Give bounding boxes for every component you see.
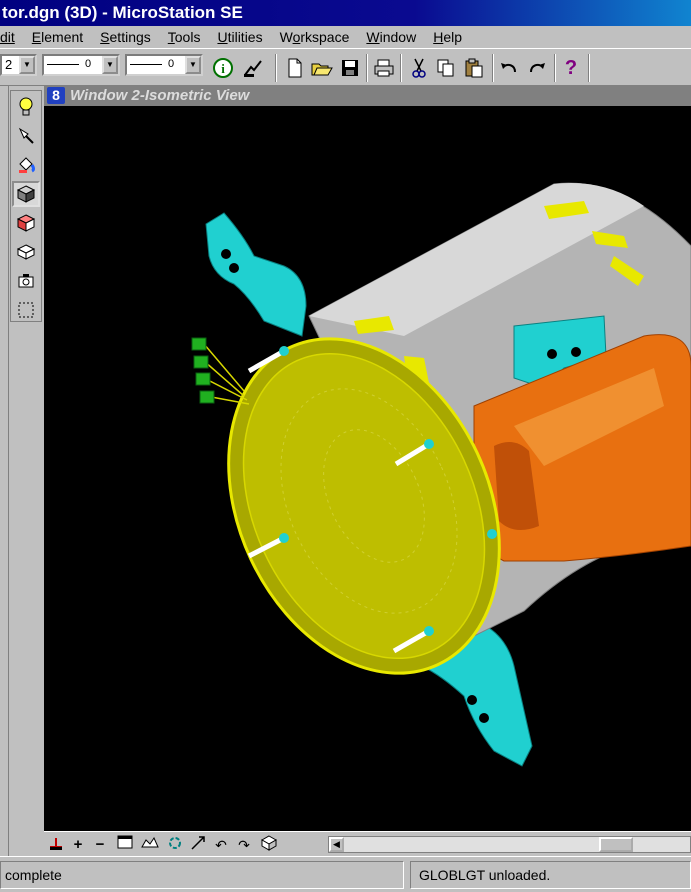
- level-combo[interactable]: 2 ▼: [0, 54, 37, 76]
- line-style-value: 0: [85, 58, 92, 70]
- shaded-cube-icon[interactable]: [12, 181, 40, 207]
- menu-window[interactable]: Window: [358, 29, 425, 45]
- copy-icon[interactable]: [434, 56, 458, 80]
- menu-utilities[interactable]: Utilities: [209, 29, 271, 45]
- camera-icon[interactable]: [12, 268, 40, 294]
- info-icon[interactable]: i: [211, 56, 235, 80]
- undo-view-icon[interactable]: ↶: [211, 835, 231, 855]
- level-value: 2: [5, 57, 13, 72]
- undo-icon[interactable]: [497, 56, 521, 80]
- print-icon[interactable]: [372, 56, 396, 80]
- line-weight-preview: [130, 63, 162, 65]
- open-icon[interactable]: [310, 56, 334, 80]
- isometric-motor-model: [191, 182, 691, 767]
- isometric-cube-icon[interactable]: [12, 239, 40, 265]
- scroll-left-icon[interactable]: ◀: [329, 837, 344, 852]
- window-area-icon[interactable]: [115, 835, 135, 855]
- view-window-icon[interactable]: 8: [47, 87, 65, 104]
- toolbar-separator: [366, 54, 368, 82]
- svg-text:i: i: [221, 61, 225, 76]
- render-tool-palette: [10, 90, 42, 322]
- menu-element[interactable]: Element: [24, 29, 92, 45]
- view-cube-icon[interactable]: [259, 835, 279, 855]
- zoom-out-icon[interactable]: −: [90, 835, 110, 855]
- chevron-down-icon[interactable]: ▼: [185, 56, 201, 74]
- window-title: tor.dgn (3D) - MicroStation SE: [2, 3, 243, 22]
- redo-view-icon[interactable]: ↷: [234, 835, 254, 855]
- status-prompt: GLOBLGT unloaded.: [410, 861, 691, 889]
- menu-edit[interactable]: dit: [0, 29, 24, 45]
- status-bar: complete GLOBLGT unloaded.: [0, 856, 691, 892]
- toolbar-separator: [588, 54, 590, 82]
- menu-settings[interactable]: Settings: [92, 29, 160, 45]
- redo-icon[interactable]: [525, 56, 549, 80]
- chevron-down-icon[interactable]: ▼: [102, 56, 118, 74]
- toolbar-separator: [400, 54, 402, 82]
- view-control-bar: + − ↶ ↷ ◀: [44, 831, 691, 856]
- view-window-title: Window 2-Isometric View: [70, 87, 250, 104]
- toolbar-separator: [492, 54, 494, 82]
- help-icon[interactable]: ?: [559, 56, 583, 80]
- scroll-thumb[interactable]: [599, 837, 633, 852]
- zoom-in-icon[interactable]: +: [68, 835, 88, 855]
- left-window-edge: [0, 86, 9, 856]
- line-weight-combo[interactable]: 0 ▼: [125, 54, 203, 76]
- new-file-icon[interactable]: [283, 56, 307, 80]
- title-bar: tor.dgn (3D) - MicroStation SE: [0, 0, 691, 26]
- menu-bar: dit Element Settings Tools Utilities Wor…: [0, 26, 691, 48]
- update-icon[interactable]: [46, 835, 66, 855]
- paint-bucket-icon[interactable]: [12, 152, 40, 178]
- chevron-down-icon[interactable]: ▼: [19, 56, 35, 74]
- paste-icon[interactable]: [462, 56, 486, 80]
- line-weight-value: 0: [168, 58, 175, 70]
- save-icon[interactable]: [338, 56, 362, 80]
- place-icon[interactable]: [241, 56, 265, 80]
- view-window-canvas[interactable]: [44, 106, 691, 831]
- toolbar-separator: [554, 54, 556, 82]
- toolbar-separator: [275, 54, 277, 82]
- view-window-titlebar[interactable]: 8 Window 2-Isometric View: [44, 86, 691, 106]
- fence-icon[interactable]: [12, 297, 40, 323]
- primary-toolbar: 2 ▼ 0 ▼ 0 ▼ i ?: [0, 48, 691, 86]
- menu-help[interactable]: Help: [425, 29, 471, 45]
- cube-render-icon[interactable]: [12, 210, 40, 236]
- pan-icon[interactable]: [188, 835, 208, 855]
- menu-tools[interactable]: Tools: [160, 29, 210, 45]
- lightbulb-icon[interactable]: [12, 94, 40, 120]
- line-style-combo[interactable]: 0 ▼: [42, 54, 120, 76]
- status-message: complete: [0, 861, 404, 889]
- menu-workspace[interactable]: Workspace: [272, 29, 359, 45]
- cut-icon[interactable]: [407, 56, 431, 80]
- rotate-icon[interactable]: [165, 835, 185, 855]
- horizontal-scrollbar[interactable]: ◀: [328, 836, 691, 853]
- fit-view-icon[interactable]: [140, 835, 160, 855]
- line-style-preview: [47, 63, 79, 65]
- light-source-icon[interactable]: [12, 123, 40, 149]
